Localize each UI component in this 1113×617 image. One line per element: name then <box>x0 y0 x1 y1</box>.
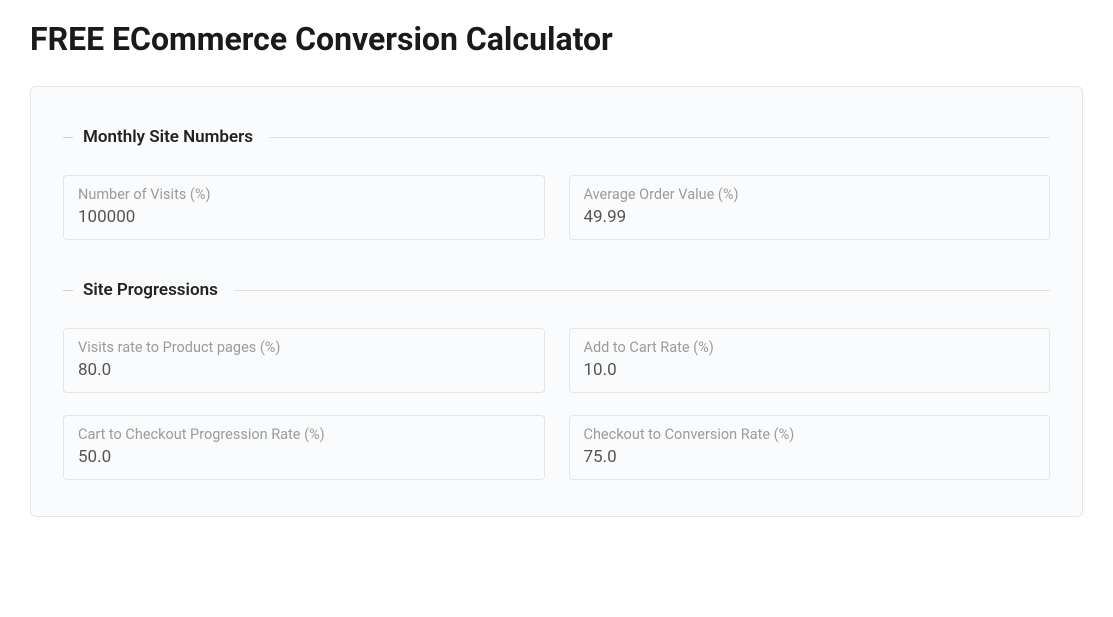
input-aov[interactable] <box>584 207 1036 227</box>
divider-line <box>234 290 1050 291</box>
label-visits: Number of Visits (%) <box>78 186 530 203</box>
field-aov[interactable]: Average Order Value (%) <box>569 175 1051 240</box>
field-visits-to-product[interactable]: Visits rate to Product pages (%) <box>63 328 545 393</box>
section-header-progressions: Site Progressions <box>63 280 1050 300</box>
divider-line <box>269 137 1050 138</box>
label-aov: Average Order Value (%) <box>584 186 1036 203</box>
section-title-progressions: Site Progressions <box>83 280 218 300</box>
page-title: FREE ECommerce Conversion Calculator <box>30 20 1083 58</box>
label-cart-to-checkout: Cart to Checkout Progression Rate (%) <box>78 426 530 443</box>
row-progressions-2: Cart to Checkout Progression Rate (%) Ch… <box>63 415 1050 480</box>
label-checkout-to-conversion: Checkout to Conversion Rate (%) <box>584 426 1036 443</box>
field-visits[interactable]: Number of Visits (%) <box>63 175 545 240</box>
divider-icon <box>63 290 73 291</box>
field-add-to-cart[interactable]: Add to Cart Rate (%) <box>569 328 1051 393</box>
row-progressions-1: Visits rate to Product pages (%) Add to … <box>63 328 1050 393</box>
row-monthly: Number of Visits (%) Average Order Value… <box>63 175 1050 240</box>
input-visits-to-product[interactable] <box>78 360 530 380</box>
input-visits[interactable] <box>78 207 530 227</box>
section-title-monthly: Monthly Site Numbers <box>83 127 253 147</box>
input-checkout-to-conversion[interactable] <box>584 447 1036 467</box>
calculator-card: Monthly Site Numbers Number of Visits (%… <box>30 86 1083 517</box>
label-add-to-cart: Add to Cart Rate (%) <box>584 339 1036 356</box>
section-header-monthly: Monthly Site Numbers <box>63 127 1050 147</box>
label-visits-to-product: Visits rate to Product pages (%) <box>78 339 530 356</box>
divider-icon <box>63 137 73 138</box>
input-cart-to-checkout[interactable] <box>78 447 530 467</box>
input-add-to-cart[interactable] <box>584 360 1036 380</box>
field-cart-to-checkout[interactable]: Cart to Checkout Progression Rate (%) <box>63 415 545 480</box>
field-checkout-to-conversion[interactable]: Checkout to Conversion Rate (%) <box>569 415 1051 480</box>
